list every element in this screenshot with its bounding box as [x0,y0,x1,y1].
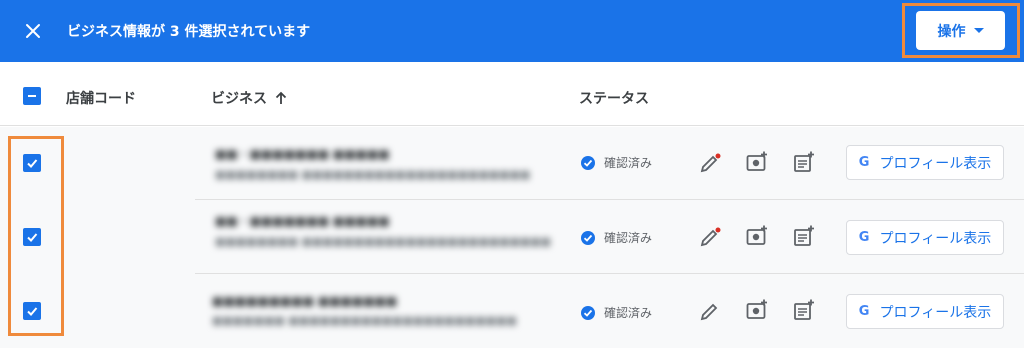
column-header-business-label: ビジネス [211,91,267,107]
edit-button[interactable] [698,151,722,175]
google-icon: G [858,230,870,245]
check-icon [27,233,38,242]
selection-count-text: ビジネス情報が 3 件選択されています [67,24,311,40]
edit-button[interactable] [698,299,722,323]
add-photo-button[interactable] [745,150,769,174]
view-profile-button[interactable]: G プロフィール表示 [846,294,1004,329]
caret-down-icon [973,28,984,33]
pencil-icon [700,153,721,173]
row-checkbox[interactable] [23,154,41,172]
close-icon [26,24,40,38]
sort-ascending-icon [275,91,287,104]
business-name: ■■・■■■■■■■ ■■■■■ [215,147,390,161]
add-photo-button[interactable] [745,298,769,322]
business-address: ■■■■■■■■ ■■■■■■■■■■■■■■■■■■■■■■ [215,168,531,181]
table-row[interactable]: ■■■■■■■■■ ■■■■■■■ ■■■■■■■ ■■■■■■■■■■■■■■… [0,274,1024,348]
google-icon: G [858,304,870,319]
verified-badge-icon [581,305,595,320]
row-checkbox[interactable] [23,302,41,320]
business-info-blurred: ■■・■■■■■■■ ■■■■■ ■■■■■■■■ ■■■■■■■■■■■■■■… [215,212,551,248]
add-photo-button[interactable] [745,224,769,248]
column-header-status: ステータス [579,91,649,107]
status-label: 確認済み [604,231,653,245]
view-profile-label: プロフィール表示 [879,230,992,247]
check-icon [27,307,38,316]
column-header-store-code: 店舗コード [66,91,136,107]
add-post-button[interactable] [792,150,816,174]
view-profile-label: プロフィール表示 [879,155,992,172]
add-post-icon [794,151,814,172]
business-address: ■■■■■■■ ■■■■■■■■■■■■■■■■■■■■■■ [212,314,517,327]
edit-button[interactable] [698,225,722,249]
business-name: ■■■■■■■■■ ■■■■■■■ [212,294,398,308]
add-post-button[interactable] [792,224,816,248]
add-post-icon [794,225,814,246]
status-label: 確認済み [604,156,653,170]
selection-bar: ビジネス情報が 3 件選択されています [0,0,1024,62]
pencil-icon [700,303,718,321]
verified-badge-icon [581,155,595,170]
business-address: ■■■■■■■■ ■■■■■■■■■■■■■■■■■■■■■■■■ [215,235,552,248]
google-icon: G [858,155,870,170]
table-header: 店舗コード ビジネス ステータス [0,62,1024,126]
business-info-blurred: ■■・■■■■■■■ ■■■■■ ■■■■■■■■ ■■■■■■■■■■■■■■… [215,145,530,181]
status-verified: 確認済み [580,154,652,171]
add-post-icon [794,299,814,320]
actions-label: 操作 [937,23,966,40]
indeterminate-icon [28,95,36,97]
status-label: 確認済み [604,306,653,320]
add-photo-icon [746,225,767,245]
actions-dropdown-button[interactable]: 操作 [916,11,1005,50]
business-info-blurred: ■■■■■■■■■ ■■■■■■■ ■■■■■■■ ■■■■■■■■■■■■■■… [212,294,517,327]
status-verified: 確認済み [580,304,652,321]
add-post-button[interactable] [792,298,816,322]
check-icon [27,159,38,168]
close-selection-button[interactable] [18,16,48,46]
view-profile-label: プロフィール表示 [879,304,992,321]
view-profile-button[interactable]: G プロフィール表示 [846,145,1004,180]
business-name: ■■・■■■■■■■ ■■■■■ [215,214,390,228]
add-photo-icon [746,299,767,319]
select-all-checkbox[interactable] [23,87,41,105]
pencil-icon [700,227,721,247]
table-row[interactable]: ■■・■■■■■■■ ■■■■■ ■■■■■■■■ ■■■■■■■■■■■■■■… [0,127,1024,200]
table-row[interactable]: ■■・■■■■■■■ ■■■■■ ■■■■■■■■ ■■■■■■■■■■■■■■… [0,200,1024,274]
view-profile-button[interactable]: G プロフィール表示 [846,220,1004,255]
row-checkbox[interactable] [23,228,41,246]
verified-badge-icon [581,230,595,245]
column-header-business[interactable]: ビジネス [211,88,287,108]
add-photo-icon [746,151,767,171]
status-verified: 確認済み [580,229,652,246]
